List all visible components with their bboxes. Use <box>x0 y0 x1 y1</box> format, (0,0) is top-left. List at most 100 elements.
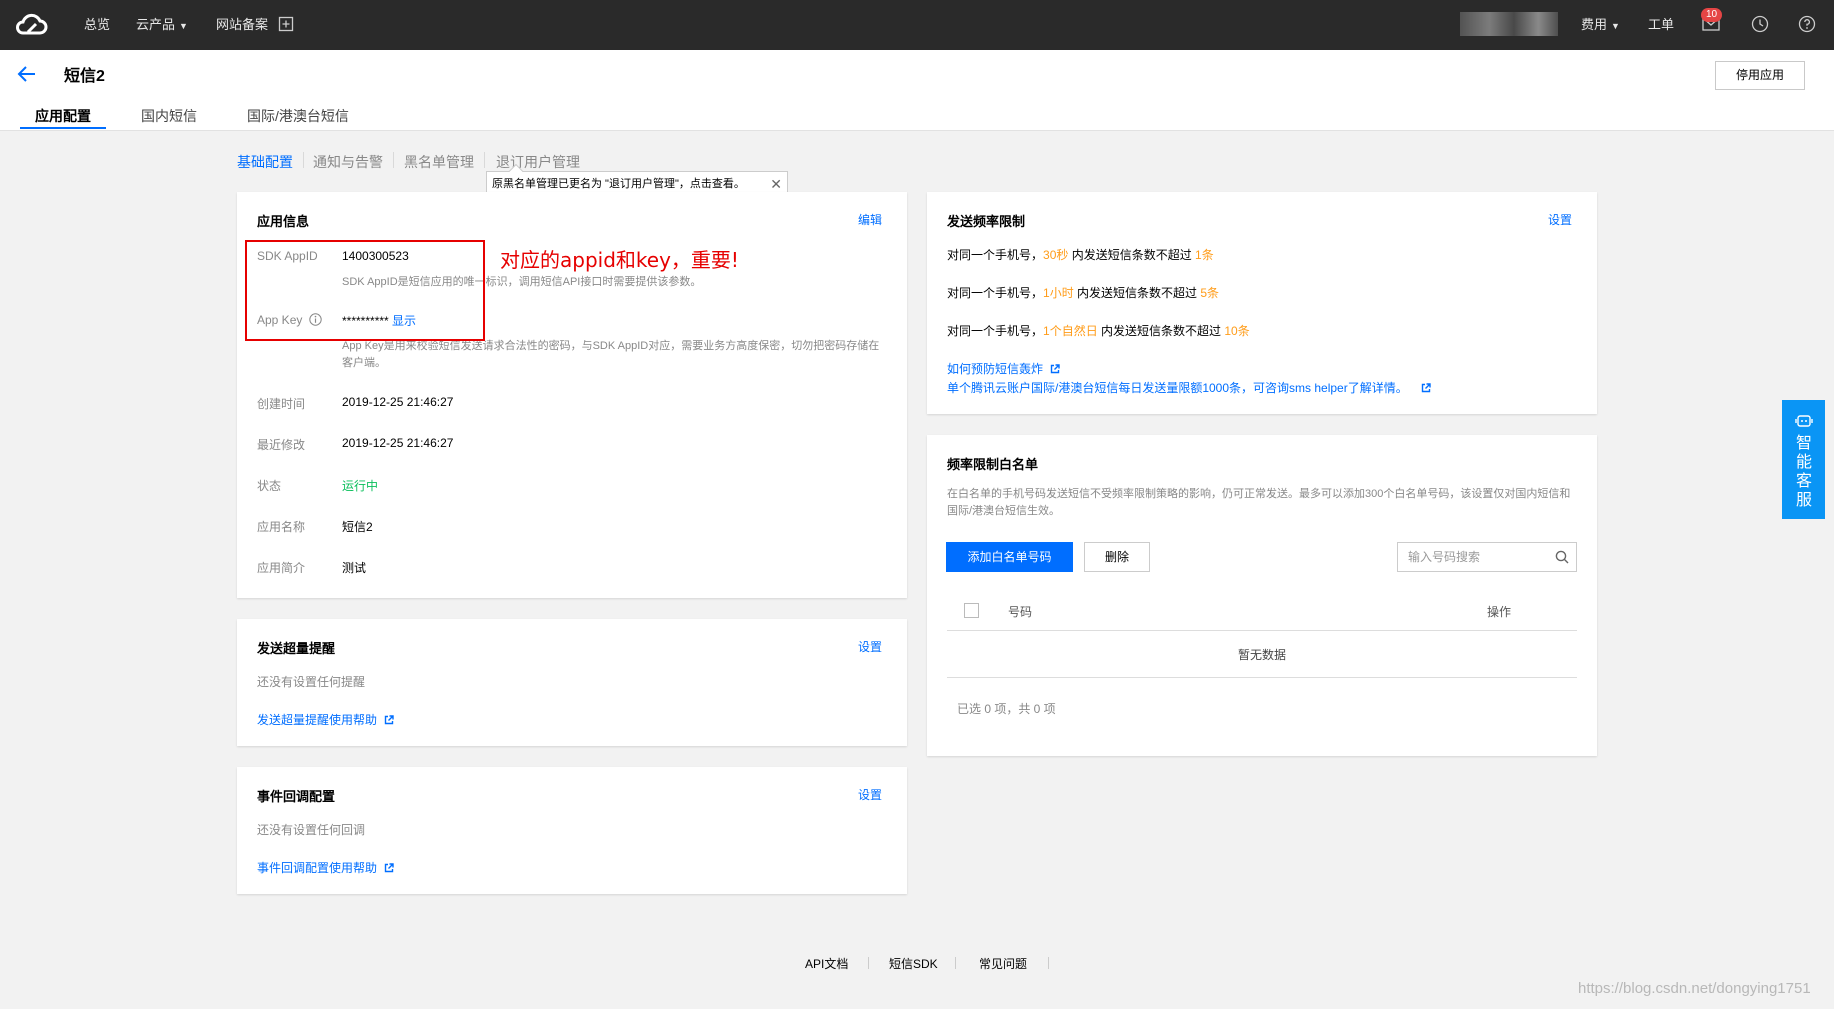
caret-down-icon: ▼ <box>1611 21 1620 31</box>
rate-row-middle: 内发送短信条数不超过 <box>1073 286 1201 300</box>
app-name-value: 短信2 <box>342 520 373 534</box>
search-icon[interactable] <box>1555 550 1569 564</box>
status-value: 运行中 <box>342 479 379 493</box>
number-search-box <box>1397 542 1577 572</box>
table-divider <box>947 630 1577 631</box>
top-nav: 总览 云产品 ▼ 网站备案 费用 ▼ 工单 10 <box>0 0 1834 50</box>
back-arrow-icon[interactable] <box>17 65 37 83</box>
callback-title: 事件回调配置 <box>257 789 336 804</box>
robot-icon <box>1795 415 1813 427</box>
nav-fees[interactable]: 费用 ▼ <box>1581 0 1620 50</box>
subtab-blacklist[interactable]: 黑名单管理 <box>404 152 474 172</box>
edit-link[interactable]: 编辑 <box>858 211 882 228</box>
rate-row-prefix: 对同一个手机号， <box>947 286 1044 300</box>
footer-faq[interactable]: 常见问题 <box>979 955 1027 972</box>
rate-limit-row: 对同一个手机号，1小时 内发送短信条数不超过 5条 <box>947 284 1219 301</box>
add-shortcut-icon[interactable] <box>278 16 294 32</box>
subtab-notifications[interactable]: 通知与告警 <box>313 152 383 172</box>
callback-empty: 还没有设置任何回调 <box>257 823 366 837</box>
rate-row-middle: 内发送短信条数不超过 <box>1068 248 1196 262</box>
external-link-icon <box>385 863 395 873</box>
clock-icon[interactable] <box>1751 15 1769 33</box>
footer-divider <box>1048 957 1049 969</box>
app-info-title: 应用信息 <box>257 214 310 229</box>
nav-products-label: 云产品 <box>136 17 176 32</box>
modified-value: 2019-12-25 21:46:27 <box>342 436 454 450</box>
nav-fees-label: 费用 <box>1581 17 1608 32</box>
nav-overview[interactable]: 总览 <box>84 0 110 50</box>
nav-tickets-label: 工单 <box>1648 17 1675 32</box>
footer-divider <box>868 957 869 969</box>
footer-sms-sdk[interactable]: 短信SDK <box>889 955 938 972</box>
rate-row-period: 30秒 <box>1043 248 1069 262</box>
nav-icp-label: 网站备案 <box>216 17 269 32</box>
rate-row-period: 1个自然日 <box>1043 324 1098 338</box>
subtab-divider <box>484 152 485 168</box>
rate-limit-setting-link[interactable]: 设置 <box>1548 211 1572 228</box>
overuse-empty: 还没有设置任何提醒 <box>257 675 366 689</box>
tab-international-sms[interactable]: 国际/港澳台短信 <box>247 106 349 126</box>
watermark: https://blog.csdn.net/dongying1751 <box>1578 980 1811 997</box>
rate-row-count: 1条 <box>1195 248 1214 262</box>
rate-row-middle: 内发送短信条数不超过 <box>1097 324 1225 338</box>
select-all-checkbox[interactable] <box>964 603 979 618</box>
daily-quota-text: 单个腾讯云账户国际/港澳台短信每日发送量限额1000条，可咨询sms helpe… <box>947 381 1408 395</box>
footer-divider <box>955 957 956 969</box>
annotation-box <box>245 240 485 341</box>
nav-icp[interactable]: 网站备案 <box>216 0 268 50</box>
col-number-header: 号码 <box>1008 605 1033 619</box>
callback-help-text: 事件回调配置使用帮助 <box>257 861 378 875</box>
tab-app-config[interactable]: 应用配置 <box>35 106 91 126</box>
page-title: 短信2 <box>64 68 105 85</box>
nav-products[interactable]: 云产品 ▼ <box>136 0 188 50</box>
subtab-basic-config[interactable]: 基础配置 <box>237 152 293 172</box>
appkey-desc: App Key是用来校验短信发送请求合法性的密码，与SDK AppID对应，需要… <box>342 340 880 369</box>
caret-down-icon: ▼ <box>179 21 188 31</box>
created-value: 2019-12-25 21:46:27 <box>342 395 454 409</box>
stop-app-button[interactable]: 停用应用 <box>1715 61 1805 90</box>
smart-service-button[interactable]: 智能客服 <box>1782 400 1825 519</box>
tab-domestic-sms[interactable]: 国内短信 <box>141 106 197 126</box>
account-name-blurred[interactable] <box>1460 12 1558 36</box>
app-intro-value: 测试 <box>342 561 367 575</box>
overuse-help-text: 发送超量提醒使用帮助 <box>257 713 378 727</box>
smart-service-label: 智能客服 <box>1795 435 1812 509</box>
rate-row-count: 10条 <box>1224 324 1250 338</box>
tooltip-text: 原黑名单管理已更名为 "退订用户管理"，点击查看。 <box>492 178 745 190</box>
rate-limit-row: 对同一个手机号，30秒 内发送短信条数不超过 1条 <box>947 246 1214 263</box>
delete-button[interactable]: 删除 <box>1084 542 1150 572</box>
external-link-icon <box>1421 383 1431 393</box>
whitelist-title: 频率限制白名单 <box>947 457 1039 472</box>
add-whitelist-button[interactable]: 添加白名单号码 <box>946 542 1073 572</box>
status-label: 状态 <box>257 479 282 493</box>
col-action-header: 操作 <box>1487 605 1512 619</box>
prevent-sms-bombing-link[interactable]: 如何预防短信轰炸 <box>947 360 1061 377</box>
cloud-logo-icon[interactable] <box>14 11 48 39</box>
overuse-help-link[interactable]: 发送超量提醒使用帮助 <box>257 711 395 728</box>
table-empty-text: 暂无数据 <box>1238 648 1287 662</box>
subtab-divider <box>303 152 304 168</box>
nav-overview-label: 总览 <box>84 17 111 32</box>
external-link-icon <box>1051 364 1061 374</box>
callback-help-link[interactable]: 事件回调配置使用帮助 <box>257 859 395 876</box>
message-count-badge: 10 <box>1701 8 1723 22</box>
footer-api-docs[interactable]: API文档 <box>805 955 848 972</box>
nav-tickets[interactable]: 工单 <box>1648 0 1674 50</box>
modified-label: 最近修改 <box>257 438 306 452</box>
overuse-setting-link[interactable]: 设置 <box>858 638 882 655</box>
rate-row-period: 1小时 <box>1043 286 1074 300</box>
annotation-text: 对应的appid和key，重要! <box>500 248 739 272</box>
rate-row-prefix: 对同一个手机号， <box>947 248 1044 262</box>
rate-row-prefix: 对同一个手机号， <box>947 324 1044 338</box>
rate-row-count: 5条 <box>1200 286 1220 300</box>
subtab-divider <box>393 152 394 168</box>
daily-quota-link[interactable]: 单个腾讯云账户国际/港澳台短信每日发送量限额1000条，可咨询sms helpe… <box>947 379 1431 396</box>
rate-limit-row: 对同一个手机号，1个自然日 内发送短信条数不超过 10条 <box>947 322 1250 339</box>
selection-summary: 已选 0 项，共 0 项 <box>957 702 1056 716</box>
rate-limit-title: 发送频率限制 <box>947 214 1026 229</box>
help-icon[interactable] <box>1798 15 1816 33</box>
active-tab-indicator <box>20 127 106 129</box>
number-search-input[interactable] <box>1398 543 1538 571</box>
subtab-unsubscribe[interactable]: 退订用户管理 <box>496 152 580 172</box>
callback-setting-link[interactable]: 设置 <box>858 786 882 803</box>
